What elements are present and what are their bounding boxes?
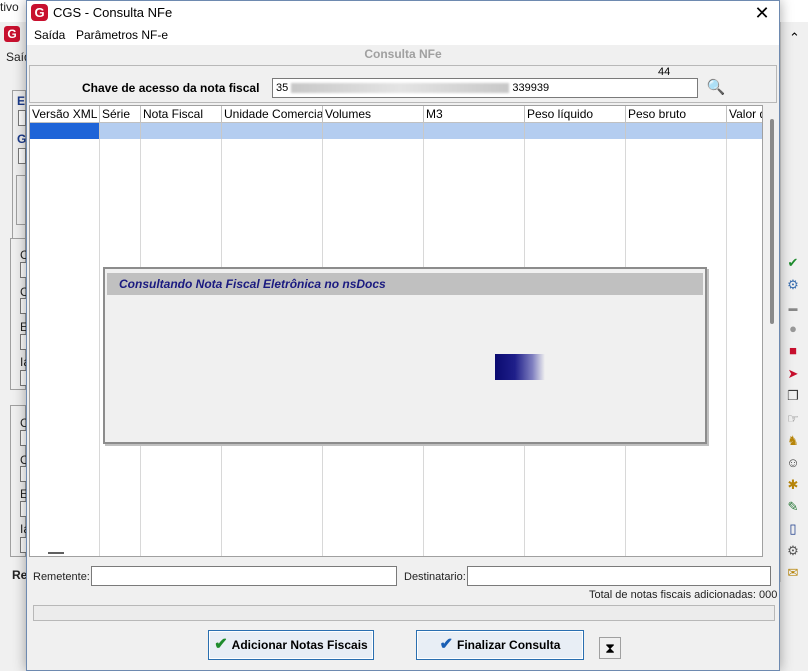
sender-label: Remetente: [33, 571, 90, 583]
progress-dialog: Consultando Nota Fiscal Eletrônica no ns… [103, 267, 707, 444]
truck-icon[interactable]: ■ [784, 343, 802, 359]
table-cell[interactable] [626, 123, 727, 139]
finish-query-button[interactable]: ✔ Finalizar Consulta [416, 630, 584, 660]
export-icon[interactable]: ➤ [784, 366, 802, 382]
progress-bar [33, 605, 775, 621]
documents-icon[interactable]: ❐ [784, 388, 802, 404]
background-letter: G [17, 132, 27, 146]
table-cell[interactable] [727, 123, 762, 139]
money-icon[interactable]: ✎ [784, 499, 802, 515]
scrollbar-thumb[interactable] [770, 119, 774, 324]
window-title: CGS - Consulta NFe [53, 5, 173, 20]
column-header[interactable]: Série [100, 106, 141, 123]
background-field [18, 148, 26, 164]
column-header[interactable]: Versão XML [30, 106, 100, 123]
menu-bar: Saída Parâmetros NF-e [27, 25, 779, 45]
report-icon[interactable]: ⚙ [784, 543, 802, 559]
finish-query-button-label: Finalizar Consulta [457, 638, 561, 652]
column-header[interactable]: Volumes [323, 106, 424, 123]
column-header[interactable]: Peso bruto [626, 106, 727, 123]
access-key-label: Chave de acesso da nota fiscal [82, 81, 260, 95]
user-icon[interactable]: ☺ [784, 455, 802, 471]
ciot-icon[interactable]: ▬ [784, 300, 802, 316]
column-header[interactable]: M3 [424, 106, 525, 123]
progress-indicator [495, 354, 545, 380]
background-letter: E [17, 94, 26, 108]
grid-header: Versão XML Série Nota Fiscal Unidade Com… [30, 106, 762, 123]
access-key-input[interactable]: 35 339939 [272, 78, 698, 98]
cash-icon[interactable]: ✉ [784, 565, 802, 581]
total-notes-label: Total de notas fiscais adicionadas: 000 [589, 589, 778, 601]
background-logo: G [4, 26, 20, 42]
column-header[interactable]: Valor da [727, 106, 762, 123]
table-row[interactable] [30, 123, 762, 139]
circle-icon[interactable]: ● [784, 321, 802, 337]
globe-icon[interactable]: ⚙ [784, 277, 802, 293]
horizontal-scroll-indicator[interactable] [48, 552, 64, 554]
table-cell[interactable] [30, 123, 100, 139]
table-cell[interactable] [222, 123, 323, 139]
close-button[interactable]: ✕ [747, 1, 777, 25]
sender-field[interactable] [91, 566, 397, 586]
check-icon: ✔ [439, 636, 454, 653]
users-icon[interactable]: ♞ [784, 433, 802, 449]
pointer-icon[interactable]: ☞ [784, 411, 802, 427]
consulta-nfe-window: G CGS - Consulta NFe ✕ Saída Parâmetros … [26, 0, 780, 671]
access-key-panel: Chave de acesso da nota fiscal 44 35 339… [29, 65, 777, 103]
book-icon[interactable]: ▯ [784, 521, 802, 537]
table-cell[interactable] [525, 123, 626, 139]
background-field [18, 110, 26, 126]
form-caption: Consulta NFe [27, 45, 779, 63]
background-top-text: tivo [0, 0, 19, 14]
column-header[interactable]: Nota Fiscal [141, 106, 222, 123]
column-header[interactable]: Peso líquido [525, 106, 626, 123]
menu-saida[interactable]: Saída [34, 28, 65, 42]
vertical-scrollbar[interactable] [767, 119, 777, 559]
table-cell[interactable] [323, 123, 424, 139]
check-icon: ✔ [214, 636, 228, 653]
background-box [16, 175, 26, 225]
title-bar: G CGS - Consulta NFe ✕ [27, 1, 779, 25]
progress-dialog-title: Consultando Nota Fiscal Eletrônica no ns… [119, 277, 386, 291]
table-cell[interactable] [100, 123, 141, 139]
hourglass-icon[interactable]: ⧗ [599, 637, 621, 659]
column-header[interactable]: Unidade Comercial [222, 106, 323, 123]
add-notes-button-label: Adicionar Notas Fiscais [231, 638, 368, 652]
recipient-field[interactable] [467, 566, 771, 586]
chevron-up-icon: ⌃ [789, 30, 800, 45]
table-cell[interactable] [424, 123, 525, 139]
table-cell[interactable] [141, 123, 222, 139]
recipient-label: Destinatario: [404, 571, 466, 583]
access-key-counter: 44 [658, 66, 671, 78]
access-key-suffix: 339939 [512, 82, 550, 94]
gear-icon[interactable]: ✱ [784, 477, 802, 493]
app-logo-icon: G [31, 4, 48, 21]
search-document-icon[interactable]: 🔍 [706, 78, 726, 98]
check-icon[interactable]: ✔ [784, 255, 802, 271]
access-key-prefix: 35 [276, 82, 289, 94]
progress-dialog-header: Consultando Nota Fiscal Eletrônica no ns… [107, 273, 703, 295]
access-key-blurred [291, 83, 510, 94]
add-notes-button[interactable]: ✔ Adicionar Notas Fiscais [208, 630, 374, 660]
menu-parametros-nfe[interactable]: Parâmetros NF-e [76, 28, 168, 42]
